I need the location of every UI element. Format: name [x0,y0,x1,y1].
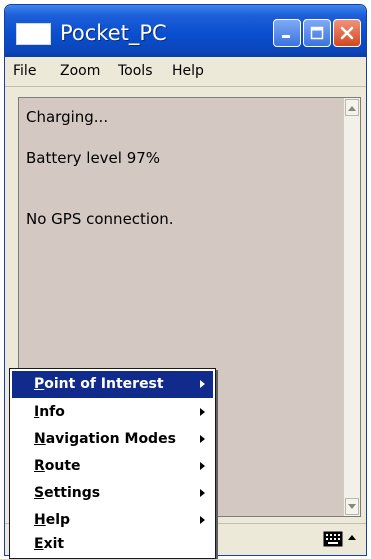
menu-item-label: Point of Interest [34,376,164,392]
context-menu: Point of Interest Info Navigation Modes … [9,368,216,559]
triangle-down-icon [348,503,356,509]
submenu-arrow-icon [200,489,205,497]
menu-item-settings[interactable]: Settings [12,480,213,507]
maximize-button[interactable] [303,19,331,47]
submenu-arrow-icon [200,408,205,416]
menu-help[interactable]: Help [172,63,204,79]
menu-item-help[interactable]: Help [12,507,213,534]
vertical-scrollbar[interactable] [343,98,360,516]
battery-level: Battery level 97% [26,149,161,167]
menu-zoom[interactable]: Zoom [60,63,100,79]
minimize-button[interactable] [273,19,301,47]
menu-item-route[interactable]: Route [12,453,213,480]
menu-item-label: Settings [34,485,101,501]
title-bar[interactable]: Pocket_PC [5,5,366,57]
menu-item-navigation-modes[interactable]: Navigation Modes [12,426,213,453]
submenu-arrow-icon [200,435,205,443]
keyboard-icon[interactable] [323,531,343,547]
window-title: Pocket_PC [60,21,167,45]
submenu-arrow-icon [200,380,205,388]
triangle-up-icon [348,105,356,111]
menu-item-label: Info [34,404,65,420]
menu-item-info[interactable]: Info [12,399,213,426]
menu-bar: File Zoom Tools Help [5,57,366,87]
submenu-arrow-icon [200,516,205,524]
menu-item-label: Navigation Modes [34,431,176,447]
window-icon [16,23,51,45]
close-icon [340,26,354,40]
submenu-arrow-icon [200,462,205,470]
triangle-up-icon[interactable] [347,533,357,543]
menu-item-label: Help [34,512,71,528]
maximize-icon [310,26,324,40]
scroll-down-button[interactable] [345,498,359,515]
menu-item-point-of-interest[interactable]: Point of Interest [12,371,213,398]
menu-tools[interactable]: Tools [118,63,153,79]
minimize-icon [282,35,290,38]
charging-status: Charging... [26,108,109,126]
gps-status: No GPS connection. [26,210,174,228]
menu-file[interactable]: File [13,63,36,79]
menu-item-label: Route [34,458,81,474]
close-button[interactable] [333,19,361,47]
menu-item-label: Exit [34,536,65,552]
scroll-up-button[interactable] [345,99,359,116]
menu-item-exit[interactable]: Exit [12,531,213,558]
